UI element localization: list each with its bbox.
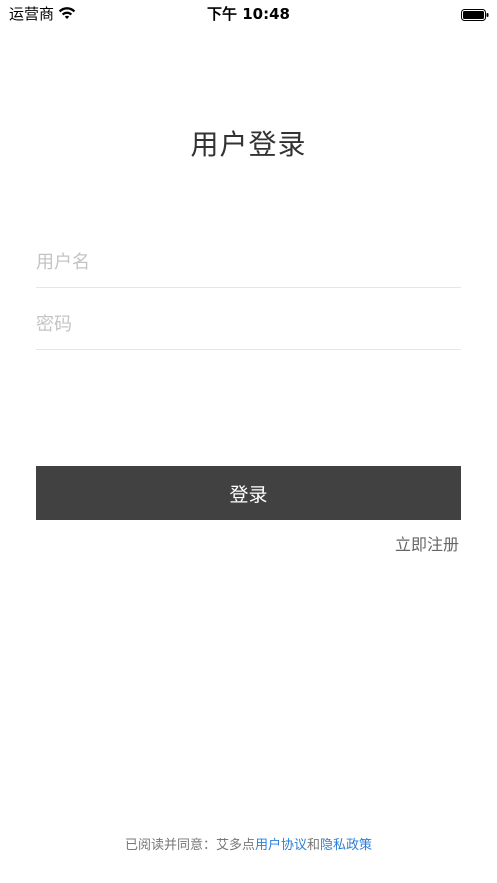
user-agreement-link[interactable]: 用户协议: [255, 838, 307, 853]
agreement-conjunction: 和: [307, 838, 321, 853]
agreement-text: 已阅读并同意：艾多点用户协议和隐私政策: [0, 834, 497, 853]
password-field-container: [36, 299, 461, 350]
status-bar: 运营商 下午 10:48: [0, 0, 497, 26]
privacy-policy-link[interactable]: 隐私政策: [320, 838, 372, 853]
username-field-container: [36, 237, 461, 288]
battery-icon: [461, 6, 489, 21]
agreement-prefix: 已阅读并同意：艾多点: [124, 838, 255, 853]
page-title: 用户登录: [190, 128, 307, 161]
login-button[interactable]: 登录: [36, 466, 461, 520]
username-input[interactable]: [36, 237, 461, 287]
password-input[interactable]: [36, 299, 461, 349]
status-time: 下午 10:48: [207, 5, 290, 23]
register-link[interactable]: 立即注册: [395, 531, 459, 555]
